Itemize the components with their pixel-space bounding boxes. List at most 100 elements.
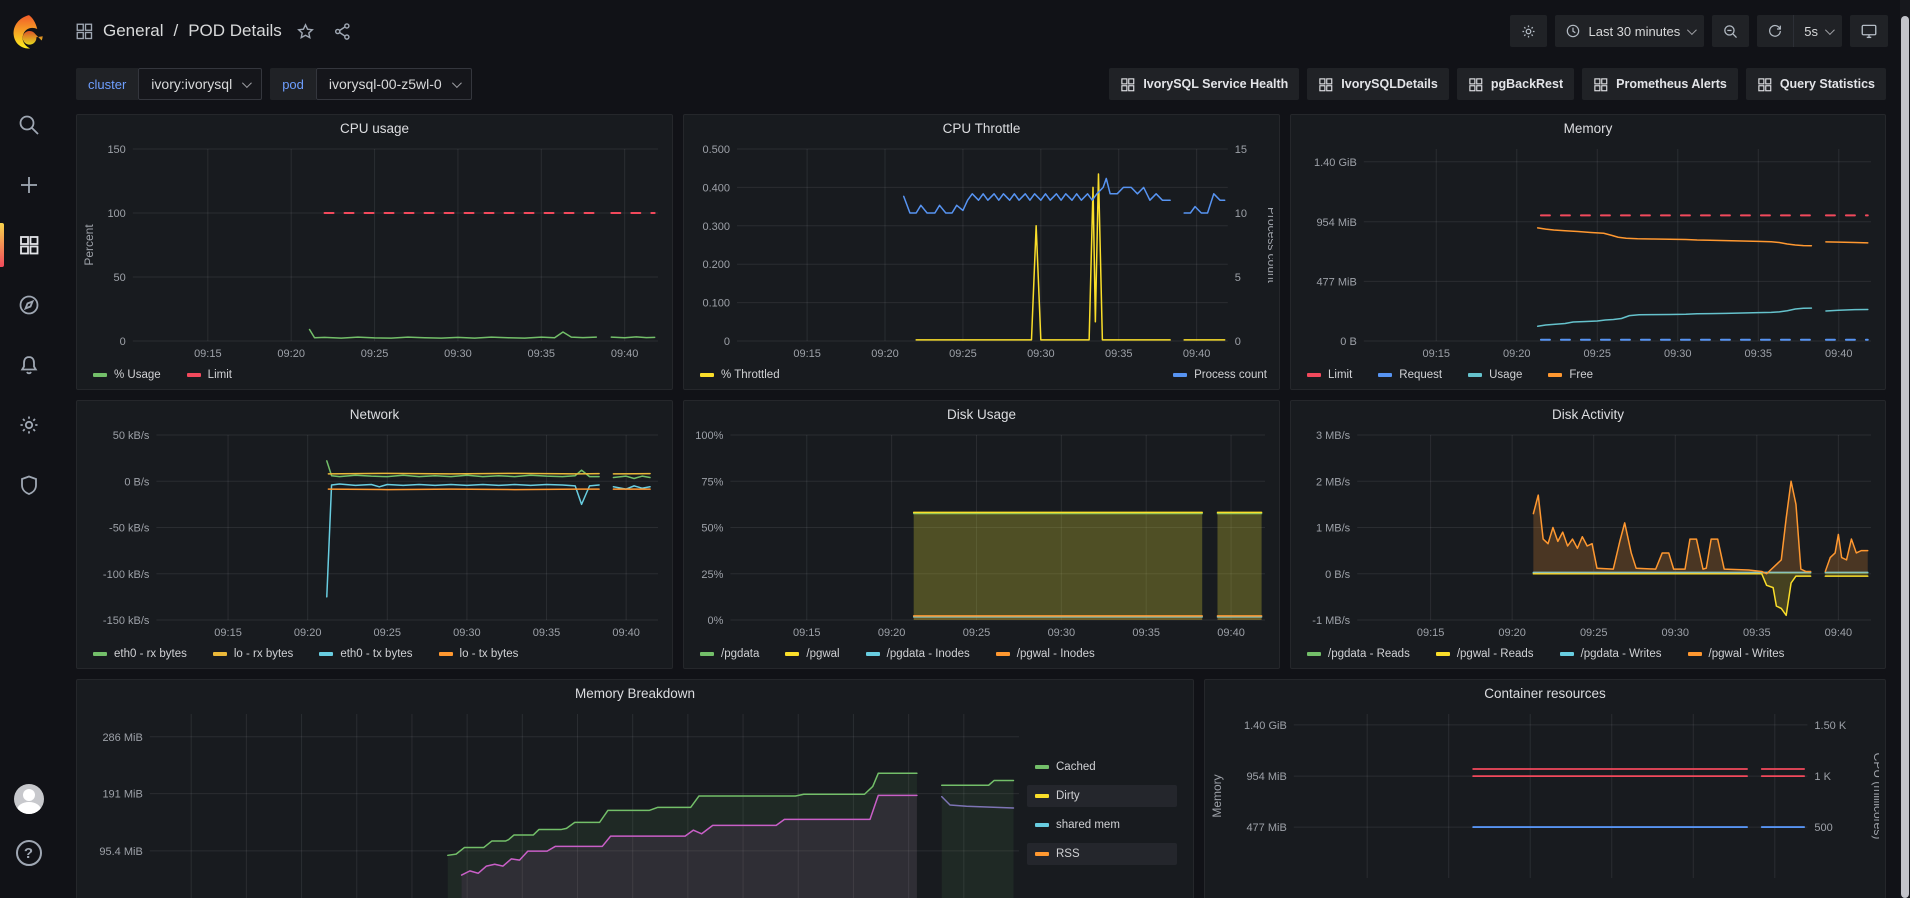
chart-canvas[interactable]: 09:1509:2009:2509:3009:3509:403 MB/s2 MB…: [1295, 427, 1879, 642]
legend-item-process-count[interactable]: Process count: [1169, 367, 1271, 383]
plus-icon: [17, 173, 41, 197]
panel-title[interactable]: Network: [77, 401, 672, 427]
legend-item-pgwal-writes[interactable]: /pgwal - Writes: [1684, 646, 1789, 662]
link-pgbackrest[interactable]: pgBackRest: [1457, 68, 1574, 100]
navbar: General / POD Details Last 30 minutes: [57, 0, 1910, 62]
link-ivorysqldetails[interactable]: IvorySQLDetails: [1307, 68, 1449, 100]
svg-text:477 MiB: 477 MiB: [1246, 822, 1286, 834]
svg-text:09:15: 09:15: [214, 627, 242, 639]
svg-text:0 B: 0 B: [1340, 336, 1357, 348]
sidebar-item-alerting[interactable]: [0, 335, 57, 395]
legend-swatch: [1173, 373, 1187, 377]
chart-canvas[interactable]: 09:1509:2009:2509:3009:3509:400%25%50%75…: [688, 427, 1273, 642]
chart-canvas[interactable]: 95.4 MiB191 MiB286 MiB: [81, 706, 1027, 898]
legend-item-pgwal-reads[interactable]: /pgwal - Reads: [1432, 646, 1538, 662]
chart-canvas[interactable]: 09:1509:2009:2509:3009:3509:400 B477 MiB…: [1295, 141, 1879, 363]
legend-swatch: [93, 373, 107, 377]
sidebar-item-create[interactable]: [0, 155, 57, 215]
legend-item-cached[interactable]: Cached: [1027, 756, 1177, 778]
legend-swatch: [1035, 852, 1049, 856]
variable-pod-value: ivorysql-00-z5wl-0: [329, 76, 442, 92]
chart-canvas[interactable]: 09:1509:2009:2509:3009:3509:40050100150P…: [81, 141, 666, 363]
legend-item-request[interactable]: Request: [1374, 367, 1446, 383]
chart-canvas[interactable]: 09:1509:2009:2509:3009:3509:4050 kB/s0 B…: [81, 427, 666, 642]
legend-item-throttled[interactable]: % Throttled: [696, 367, 784, 383]
svg-text:09:35: 09:35: [1743, 627, 1771, 639]
legend-item-pgwal[interactable]: /pgwal: [781, 646, 843, 662]
legend-item-limit[interactable]: Limit: [1303, 367, 1356, 383]
legend-item-eth0-rx-bytes[interactable]: eth0 - rx bytes: [89, 646, 191, 662]
sidebar-item-search[interactable]: [0, 95, 57, 155]
legend-item-usage[interactable]: Usage: [1464, 367, 1526, 383]
zoom-out-button[interactable]: [1712, 15, 1749, 47]
legend-item-dirty[interactable]: Dirty: [1027, 785, 1177, 807]
link-label: pgBackRest: [1491, 77, 1563, 91]
legend-item-eth0-tx-bytes[interactable]: eth0 - tx bytes: [315, 646, 416, 662]
sidebar-item-configuration[interactable]: [0, 395, 57, 455]
legend-item-free[interactable]: Free: [1544, 367, 1597, 383]
legend-item-pgdata[interactable]: /pgdata: [696, 646, 763, 662]
star-icon[interactable]: [296, 22, 315, 41]
svg-text:09:25: 09:25: [361, 348, 389, 360]
panel-title[interactable]: CPU usage: [77, 115, 672, 141]
refresh-interval-picker[interactable]: 5s: [1793, 15, 1842, 47]
legend-item-lo-tx-bytes[interactable]: lo - tx bytes: [435, 646, 523, 662]
legend-label: /pgwal - Writes: [1709, 648, 1785, 660]
chart-canvas[interactable]: 477 MiB954 MiB1.40 GiB5001 K1.50 KMemory…: [1209, 706, 1879, 898]
variable-cluster-label[interactable]: cluster: [76, 68, 138, 100]
legend-item-rss[interactable]: RSS: [1027, 843, 1177, 865]
help-icon[interactable]: ?: [16, 840, 42, 866]
svg-text:0 B/s: 0 B/s: [124, 476, 150, 488]
svg-text:0.200: 0.200: [702, 259, 730, 271]
refresh-button[interactable]: [1757, 15, 1793, 47]
grafana-logo[interactable]: [10, 13, 48, 51]
variable-pod-label[interactable]: pod: [270, 68, 316, 100]
time-range-picker[interactable]: Last 30 minutes: [1555, 15, 1704, 47]
legend-label: /pgwal - Inodes: [1017, 648, 1095, 660]
legend-item-pgdata-reads[interactable]: /pgdata - Reads: [1303, 646, 1414, 662]
page-scrollbar[interactable]: [1900, 0, 1910, 898]
legend-item-usage[interactable]: % Usage: [89, 367, 165, 383]
panel-title[interactable]: Disk Usage: [684, 401, 1279, 427]
legend-item-pgwal-inodes[interactable]: /pgwal - Inodes: [992, 646, 1099, 662]
svg-text:09:20: 09:20: [277, 348, 305, 360]
user-avatar[interactable]: [14, 784, 44, 814]
legend-item-shared-mem[interactable]: shared mem: [1027, 814, 1177, 836]
dashboard-settings-button[interactable]: [1510, 15, 1547, 47]
svg-text:1.50 K: 1.50 K: [1814, 720, 1846, 732]
panel-title[interactable]: Memory Breakdown: [77, 680, 1193, 706]
link-label: Query Statistics: [1780, 77, 1875, 91]
legend-item-pgdata-inodes[interactable]: /pgdata - Inodes: [862, 646, 974, 662]
svg-text:Percent: Percent: [82, 224, 96, 266]
sidebar-item-dashboards[interactable]: [0, 215, 57, 275]
legend-item-pgdata-writes[interactable]: /pgdata - Writes: [1556, 646, 1666, 662]
link-prometheus-alerts[interactable]: Prometheus Alerts: [1582, 68, 1738, 100]
legend-swatch: [700, 373, 714, 377]
share-icon[interactable]: [333, 22, 352, 41]
sidebar-item-explore[interactable]: [0, 275, 57, 335]
panel-title[interactable]: Memory: [1291, 115, 1885, 141]
link-query-statistics[interactable]: Query Statistics: [1746, 68, 1886, 100]
svg-text:-100 kB/s: -100 kB/s: [103, 569, 150, 581]
legend-label: lo - tx bytes: [460, 648, 519, 660]
breadcrumb-page[interactable]: POD Details: [188, 21, 282, 41]
sub-toolbar: cluster ivory:ivorysql pod ivorysql-00-z…: [57, 62, 1910, 106]
panel-title[interactable]: Container resources: [1205, 680, 1885, 706]
legend-label: Limit: [208, 369, 232, 381]
legend-item-limit[interactable]: Limit: [183, 367, 236, 383]
bell-icon: [17, 353, 41, 377]
sidebar-item-server-admin[interactable]: [0, 455, 57, 515]
panel-legend: % Usage Limit: [77, 365, 672, 389]
scrollbar-thumb[interactable]: [1901, 16, 1909, 898]
link-ivorysql-service-health[interactable]: IvorySQL Service Health: [1109, 68, 1299, 100]
legend-item-lo-rx-bytes[interactable]: lo - rx bytes: [209, 646, 297, 662]
kiosk-mode-button[interactable]: [1850, 15, 1888, 47]
variable-cluster-select[interactable]: ivory:ivorysql: [138, 68, 262, 100]
apps-icon: [1318, 77, 1333, 92]
breadcrumb-section[interactable]: General: [103, 21, 163, 41]
panel-title[interactable]: CPU Throttle: [684, 115, 1279, 141]
chart-canvas[interactable]: 09:1509:2009:2509:3009:3509:4000.1000.20…: [688, 141, 1273, 363]
panel-title[interactable]: Disk Activity: [1291, 401, 1885, 427]
gear-icon: [17, 413, 41, 437]
variable-pod-select[interactable]: ivorysql-00-z5wl-0: [316, 68, 472, 100]
